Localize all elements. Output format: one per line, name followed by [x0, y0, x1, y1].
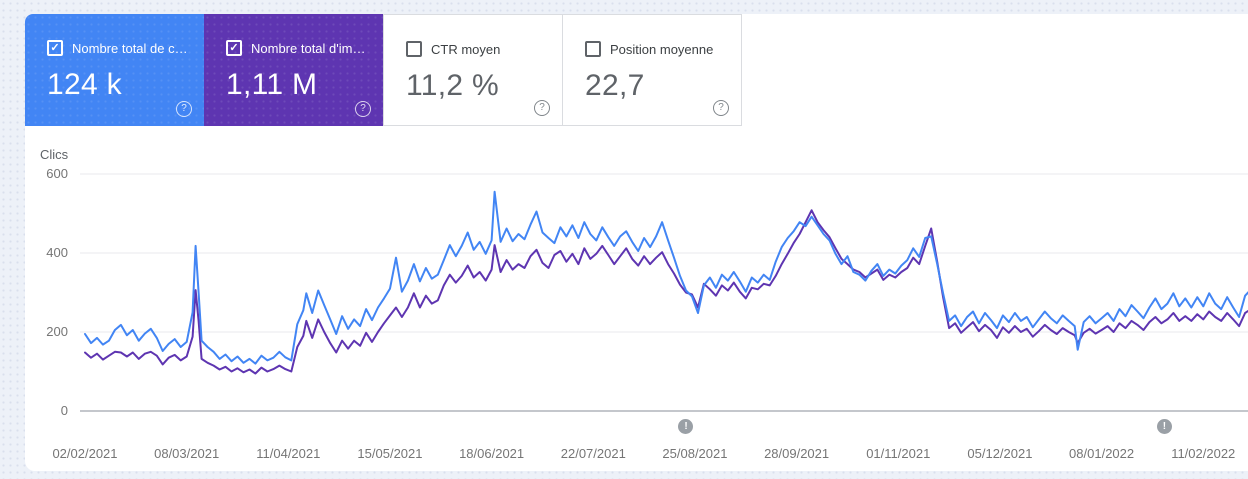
card-label: CTR moyen	[431, 41, 501, 57]
card-total-impressions[interactable]: ✓ Nombre total d'im… 1,11 M ?	[204, 14, 383, 126]
card-label: Position moyenne	[610, 41, 714, 57]
help-icon[interactable]: ?	[176, 101, 192, 117]
card-value: 1,11 M	[226, 68, 318, 101]
search-console-performance-page: { "colors": { "clicks_blue": "#4285f4", …	[0, 0, 1248, 479]
card-label: Nombre total de c…	[72, 40, 188, 56]
annotation-marker-icon[interactable]: !	[1156, 419, 1172, 434]
performance-panel: ✓ Nombre total de c… 124 k ? ✓ Nombre to…	[25, 14, 1248, 471]
help-icon[interactable]: ?	[355, 101, 371, 117]
card-average-position[interactable]: Position moyenne 22,7 ?	[563, 14, 742, 126]
card-average-ctr[interactable]: CTR moyen 11,2 % ?	[383, 14, 563, 126]
card-value: 124 k	[47, 68, 122, 101]
metric-cards-row: ✓ Nombre total de c… 124 k ? ✓ Nombre to…	[25, 14, 1248, 126]
card-label: Nombre total d'im…	[251, 40, 366, 56]
card-total-clicks[interactable]: ✓ Nombre total de c… 124 k ?	[25, 14, 204, 126]
checkbox-average-position[interactable]	[585, 41, 601, 57]
card-value: 11,2 %	[406, 69, 499, 102]
checkbox-average-ctr[interactable]	[406, 41, 422, 57]
card-value: 22,7	[585, 69, 645, 102]
help-icon[interactable]: ?	[534, 100, 550, 116]
help-icon[interactable]: ?	[713, 100, 729, 116]
checkbox-total-clicks[interactable]: ✓	[47, 40, 63, 56]
checkbox-total-impressions[interactable]: ✓	[226, 40, 242, 56]
